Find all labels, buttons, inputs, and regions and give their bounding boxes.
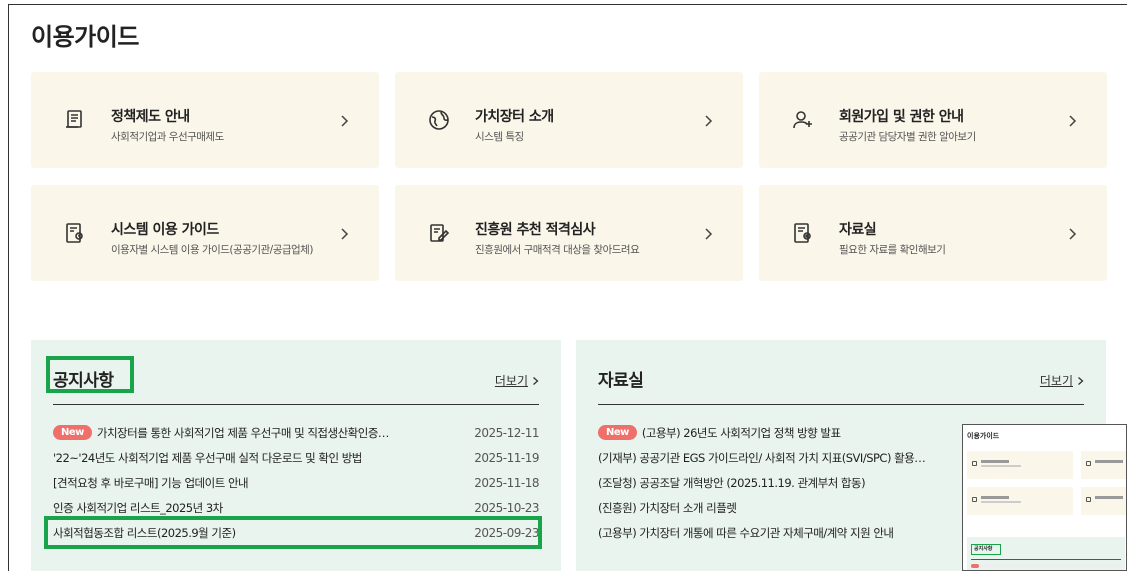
card-title: 회원가입 및 권한 안내 — [839, 109, 964, 125]
list-item[interactable]: [견적요청 후 바로구매] 기능 업데이트 안내 2025-11-18 — [53, 470, 539, 495]
chevron-right-icon — [341, 115, 349, 127]
item-date: 2025-11-18 — [474, 475, 539, 490]
item-title: (기재부) 공공기관 EGS 가이드라인/ 사회적 가치 지표(SVI/SPC)… — [598, 450, 926, 465]
highlight-box-notice-item — [44, 516, 542, 549]
new-badge: New — [53, 425, 92, 440]
notice-more-link[interactable]: 더보기 — [495, 372, 539, 389]
globe-icon — [425, 106, 453, 134]
thumbnail-card — [1081, 487, 1126, 515]
item-date: 2025-12-11 — [474, 425, 539, 440]
page-frame: 이용가이드 정책제도 안내 사회적기업과 우선구매제도 가치장터 소개 시스템 … — [8, 4, 1127, 571]
thumbnail-divider — [971, 559, 1121, 560]
highlight-box-notice-title — [46, 356, 134, 393]
chevron-right-icon — [533, 376, 539, 385]
item-title: '22~'24년도 사회적기업 제품 우선구매 실적 다운로드 및 확인 방법 — [53, 450, 362, 465]
item-title: (고용부) 가치장터 개통에 따른 수요기관 자체구매/계약 지원 안내 — [598, 525, 894, 540]
more-label: 더보기 — [494, 374, 528, 388]
guide-icon — [61, 219, 89, 247]
page-title: 이용가이드 — [31, 23, 139, 51]
new-badge: New — [598, 425, 637, 440]
list-item[interactable]: '22~'24년도 사회적기업 제품 우선구매 실적 다운로드 및 확인 방법 … — [53, 445, 539, 470]
archive-icon — [789, 219, 817, 247]
card-signup[interactable]: 회원가입 및 권한 안내 공공기관 담당자별 권한 알아보기 — [759, 72, 1107, 168]
thumbnail-title: 이용가이드 — [967, 432, 1000, 440]
card-desc: 필요한 자료를 확인해보기 — [839, 244, 946, 256]
chevron-right-icon — [705, 228, 713, 240]
archive-more-link[interactable]: 더보기 — [1040, 372, 1084, 389]
thumbnail-card — [967, 487, 1073, 515]
chevron-right-icon — [705, 115, 713, 127]
card-eligibility[interactable]: 진흥원 추천 적격심사 진흥원에서 구매적격 대상을 찾아드려요 — [395, 185, 743, 281]
document-icon — [61, 106, 89, 134]
archive-title: 자료실 — [598, 371, 644, 391]
card-title: 가치장터 소개 — [475, 109, 554, 125]
card-system-guide[interactable]: 시스템 이용 가이드 이용자별 시스템 이용 가이드(공공기관/공급업체) — [31, 185, 379, 281]
thumbnail-card — [967, 451, 1073, 479]
card-policy[interactable]: 정책제도 안내 사회적기업과 우선구매제도 — [31, 72, 379, 168]
item-title: 가치장터를 통한 사회적기업 제품 우선구매 및 직접생산확인증… — [96, 425, 389, 440]
item-title: [견적요청 후 바로구매] 기능 업데이트 안내 — [53, 475, 249, 490]
list-item[interactable]: New 가치장터를 통한 사회적기업 제품 우선구매 및 직접생산확인증… 20… — [53, 420, 539, 445]
card-desc: 이용자별 시스템 이용 가이드(공공기관/공급업체) — [111, 244, 313, 256]
chevron-right-icon — [1078, 376, 1084, 385]
divider — [598, 404, 1084, 405]
card-intro[interactable]: 가치장터 소개 시스템 특징 — [395, 72, 743, 168]
edit-icon — [425, 219, 453, 247]
card-title: 시스템 이용 가이드 — [111, 222, 219, 238]
item-date: 2025-11-19 — [474, 450, 539, 465]
chevron-right-icon — [341, 228, 349, 240]
card-desc: 시스템 특징 — [475, 131, 524, 143]
item-title: (진흥원) 가치장터 소개 리플렛 — [598, 500, 737, 515]
card-archive[interactable]: 자료실 필요한 자료를 확인해보기 — [759, 185, 1107, 281]
thumbnail-preview: 이용가이드 공지사항 — [962, 424, 1127, 571]
chevron-right-icon — [1069, 228, 1077, 240]
card-desc: 공공기관 담당자별 권한 알아보기 — [839, 131, 976, 143]
item-title: 인증 사회적기업 리스트_2025년 3차 — [53, 500, 223, 515]
thumbnail-highlight: 공지사항 — [971, 544, 1001, 555]
card-title: 자료실 — [839, 222, 877, 238]
thumbnail-card — [1081, 451, 1126, 479]
card-desc: 진흥원에서 구매적격 대상을 찾아드려요 — [475, 244, 640, 256]
thumbnail-badge — [971, 564, 979, 568]
more-label: 더보기 — [1039, 374, 1073, 388]
card-title: 진흥원 추천 적격심사 — [475, 222, 596, 238]
card-title: 정책제도 안내 — [111, 109, 190, 125]
add-user-icon — [789, 106, 817, 134]
chevron-right-icon — [1069, 115, 1077, 127]
card-desc: 사회적기업과 우선구매제도 — [111, 131, 224, 143]
item-title: (고용부) 26년도 사회적기업 정책 방향 발표 — [641, 425, 841, 440]
divider — [53, 404, 539, 405]
item-title: (조달청) 공공조달 개혁방안 (2025.11.19. 관계부처 합동) — [598, 475, 866, 490]
thumbnail-row — [971, 564, 1121, 568]
item-date: 2025-10-23 — [474, 500, 539, 515]
